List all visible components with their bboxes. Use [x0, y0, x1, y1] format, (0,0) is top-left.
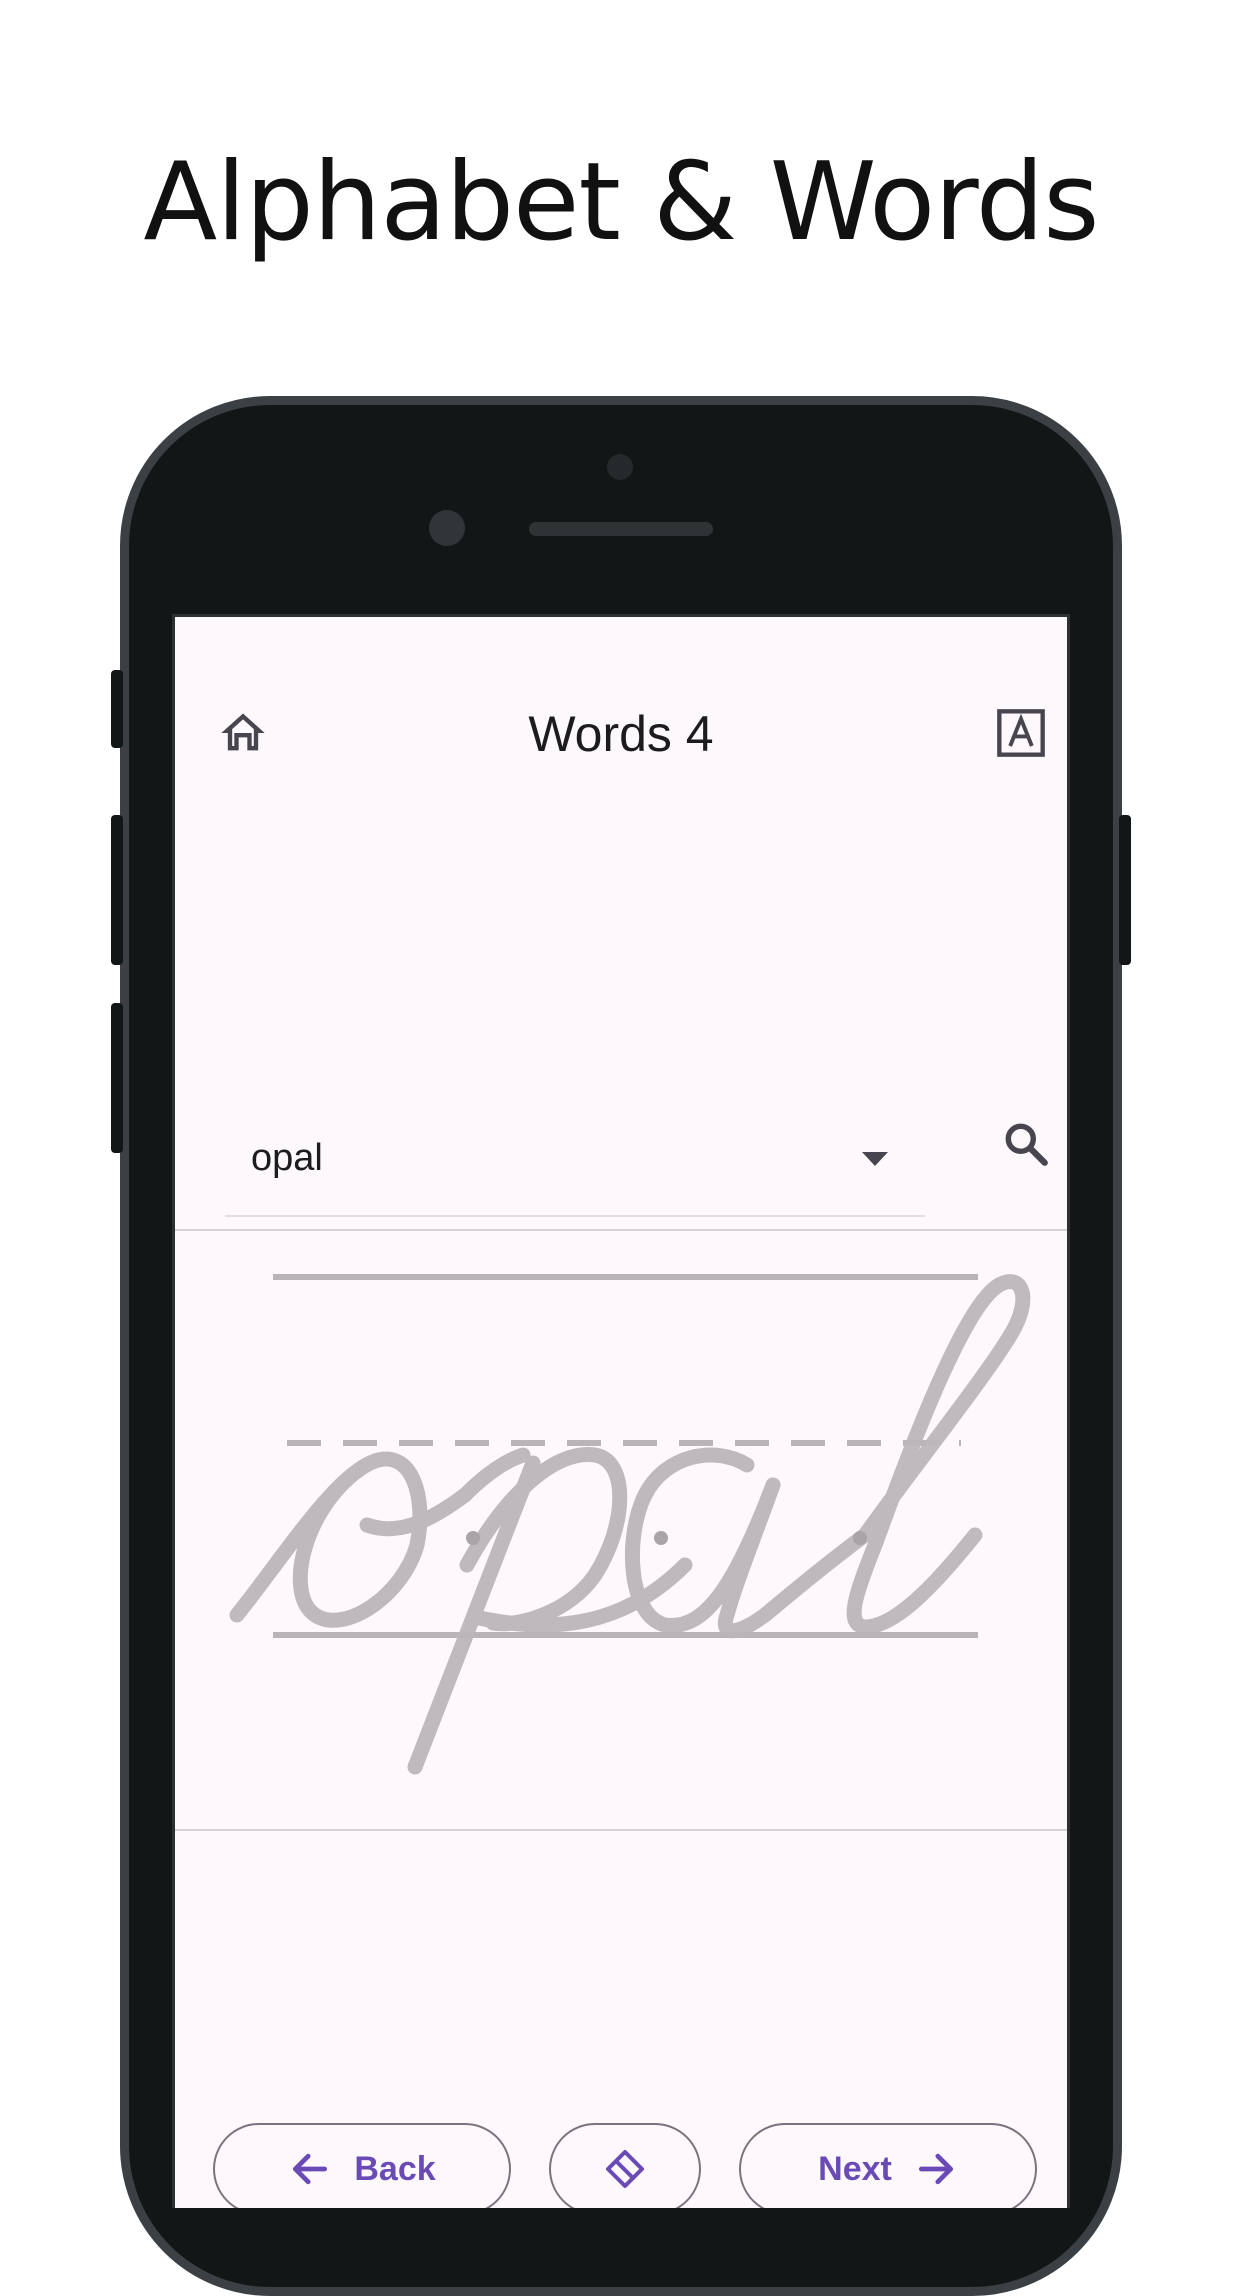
word-selector-value: opal [251, 1137, 323, 1179]
tracing-canvas[interactable] [175, 1235, 1067, 1835]
back-button-label: Back [354, 2149, 436, 2188]
phone-side-button [111, 815, 123, 965]
screen-title: Words 4 [528, 706, 714, 762]
top-app-bar: Words 4 [175, 617, 1067, 802]
eraser-icon [606, 2150, 644, 2188]
app-screen: Words 4 opal Back Next [172, 614, 1070, 2208]
phone-side-button [1119, 815, 1131, 965]
divider-top [175, 1229, 1067, 1231]
next-button[interactable]: Next [739, 2123, 1037, 2208]
phone-side-button [111, 670, 123, 748]
back-button[interactable]: Back [213, 2123, 511, 2208]
arrow-left-icon [293, 2153, 328, 2185]
bottom-navigation-bar: Back Next [175, 2087, 1067, 2208]
phone-camera [607, 454, 633, 480]
marketing-headline: Alphabet & Words [143, 140, 1099, 265]
phone-side-button [111, 1003, 123, 1153]
arrow-right-icon [918, 2153, 953, 2185]
dropdown-arrow-icon[interactable] [860, 1149, 890, 1169]
next-button-label: Next [818, 2149, 892, 2188]
phone-speaker [529, 522, 713, 536]
eraser-button[interactable] [549, 2123, 701, 2208]
font-style-icon[interactable] [995, 707, 1047, 759]
word-selector[interactable]: opal [225, 1107, 925, 1217]
divider-bottom [175, 1829, 1067, 1831]
search-icon[interactable] [1001, 1119, 1051, 1169]
phone-front-sensor [429, 510, 465, 546]
